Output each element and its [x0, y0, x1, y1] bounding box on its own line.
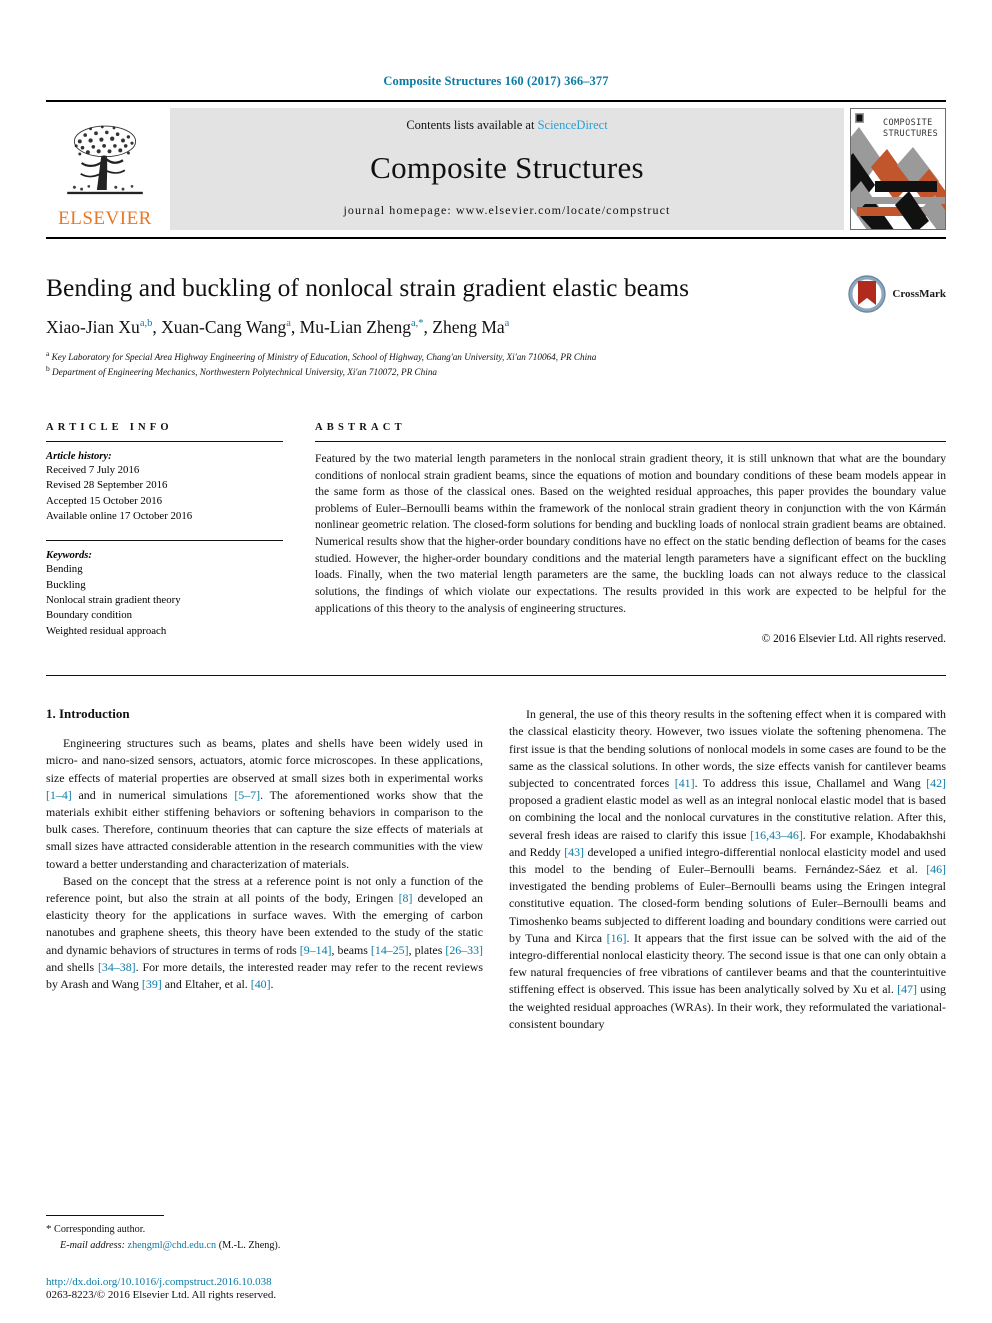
cover-title-line2: STRUCTURES — [883, 129, 938, 139]
email-link[interactable]: zhengml@chd.edu.cn — [128, 1240, 217, 1251]
journal-cover-thumbnail: COMPOSITE STRUCTURES — [850, 108, 946, 230]
citation-link[interactable]: [5–7] — [234, 788, 260, 802]
elsevier-wordmark: ELSEVIER — [58, 208, 152, 229]
page-title: Bending and buckling of nonlocal strain … — [46, 273, 689, 302]
cover-artwork: COMPOSITE STRUCTURES — [851, 109, 945, 229]
masthead-bottom-rule — [46, 237, 946, 239]
crossmark-badge[interactable]: CrossMark — [848, 275, 946, 313]
citation-link[interactable]: [46] — [926, 862, 946, 876]
author-affiliation-marker: a,* — [410, 318, 424, 330]
citation-link[interactable]: [14–25] — [371, 943, 409, 957]
corresponding-author-line: * Corresponding author. — [46, 1221, 483, 1238]
citation-link[interactable]: [39] — [142, 977, 162, 991]
doi-block: http://dx.doi.org/10.1016/j.compstruct.2… — [46, 1276, 483, 1301]
citation-link[interactable]: [34–38] — [98, 960, 136, 974]
affiliation-marker: a — [46, 349, 50, 359]
affiliation-list: a Key Laboratory for Special Area Highwa… — [46, 349, 946, 380]
citation-link[interactable]: [8] — [399, 891, 413, 905]
keywords-list: Bending Buckling Nonlocal strain gradient … — [46, 562, 283, 639]
citation-link[interactable]: [41] — [675, 776, 695, 790]
author-name: Xiao-Jian Xu — [46, 317, 140, 338]
article-history-item: Revised 28 September 2016 — [46, 479, 168, 492]
cover-title-line1: COMPOSITE — [883, 118, 933, 128]
article-history-item: Available online 17 October 2016 — [46, 509, 193, 522]
article-history-item: Accepted 15 October 2016 — [46, 494, 163, 507]
issn-copyright-line: 0263-8223/© 2016 Elsevier Ltd. All right… — [46, 1289, 277, 1301]
title-block: CrossMark Bending and buckling of nonloc… — [46, 273, 946, 380]
article-history-label: Article history: — [46, 450, 112, 462]
body-paragraph: Engineering structures such as beams, pl… — [46, 736, 483, 871]
journal-homepage-link[interactable]: journal homepage: www.elsevier.com/locat… — [343, 203, 670, 218]
journal-masthead: ELSEVIER Contents lists available at Sci… — [46, 108, 946, 230]
running-head: Composite Structures 160 (2017) 366–377 — [383, 74, 609, 88]
email-label: E-mail address: — [60, 1239, 125, 1251]
article-history-item: Received 7 July 2016 — [46, 463, 140, 476]
abstract-column: ABSTRACT Featured by the two material le… — [315, 422, 946, 645]
article-page: Composite Structures 160 (2017) 366–377 — [0, 0, 992, 1323]
keywords-rule — [46, 540, 283, 542]
affiliation-marker: b — [46, 364, 50, 374]
citation-link[interactable]: [43] — [564, 845, 584, 859]
body-paragraph: In general, the use of this theory resul… — [509, 707, 946, 1031]
abstract-bottom-rule — [46, 675, 946, 677]
author-affiliation-marker: a — [286, 318, 291, 330]
email-line: E-mail address: zhengml@chd.edu.cn (M.-L… — [46, 1238, 483, 1253]
masthead-top-rule — [46, 100, 946, 102]
abstract-rule — [315, 440, 946, 442]
citation-link[interactable]: [40] — [251, 977, 271, 991]
section-heading-introduction: 1. Introduction — [46, 706, 130, 722]
keyword-item: Buckling — [46, 578, 86, 591]
affiliation-item: b Department of Engineering Mechanics, N… — [46, 364, 438, 378]
crossmark-label: CrossMark — [892, 288, 946, 300]
citation-link[interactable]: [16,43–46] — [750, 828, 803, 842]
abstract-text: Featured by the two material length para… — [315, 451, 946, 615]
footnote-rule — [46, 1215, 164, 1217]
affiliation-item: a Key Laboratory for Special Area Highwa… — [46, 349, 597, 363]
journal-banner: Contents lists available at ScienceDirec… — [170, 108, 844, 230]
right-column-paragraphs: In general, the use of this theory resul… — [509, 706, 946, 1033]
citation-link[interactable]: [9–14] — [300, 943, 332, 957]
left-column-paragraphs: Engineering structures such as beams, pl… — [46, 735, 483, 993]
body-paragraph: Based on the concept that the stress at … — [46, 873, 484, 991]
author-name: Xuan-Cang Wang — [161, 317, 287, 338]
email-owner: (M.-L. Zheng). — [218, 1239, 281, 1251]
keyword-item: Bending — [46, 563, 83, 576]
body-right-column: In general, the use of this theory resul… — [509, 706, 946, 1033]
info-abstract-row: ARTICLE INFO Article history: Received 7… — [46, 422, 946, 645]
citation-link[interactable]: [1–4] — [46, 788, 72, 802]
contents-available-line: Contents lists available at ScienceDirec… — [406, 118, 607, 133]
author-list: Xiao-Jian Xua,b, Xuan-Cang Wanga, Mu-Lia… — [46, 317, 510, 338]
abstract-copyright: © 2016 Elsevier Ltd. All rights reserved… — [761, 633, 946, 646]
article-history-list: Received 7 July 2016 Revised 28 September… — [46, 463, 283, 524]
article-info-heading: ARTICLE INFO — [46, 421, 173, 433]
article-info-rule — [46, 440, 283, 442]
keyword-item: Boundary condition — [46, 609, 133, 622]
elsevier-tree-icon — [67, 125, 143, 195]
doi-link[interactable]: http://dx.doi.org/10.1016/j.compstruct.2… — [46, 1276, 483, 1288]
elsevier-logo: ELSEVIER — [46, 108, 164, 230]
keyword-item: Nonlocal strain gradient theory — [46, 593, 181, 606]
sciencedirect-link[interactable]: ScienceDirect — [538, 118, 608, 132]
citation-link[interactable]: [16] — [607, 931, 627, 945]
journal-title: Composite Structures — [370, 150, 644, 185]
keywords-label: Keywords: — [46, 550, 92, 562]
citation-link[interactable]: [42] — [926, 776, 946, 790]
citation-link[interactable]: [47] — [897, 982, 917, 996]
citation-link[interactable]: [26–33] — [445, 943, 483, 957]
article-info-column: ARTICLE INFO Article history: Received 7… — [46, 422, 283, 645]
author-affiliation-marker: a — [504, 318, 510, 330]
author-affiliation-marker: a,b — [139, 318, 153, 330]
page-footer: * Corresponding author. E-mail address: … — [46, 1215, 483, 1301]
crossmark-icon — [848, 275, 887, 313]
body-left-column: 1. Introduction Engineering structures s… — [46, 706, 483, 1033]
corresponding-marker: * — [46, 1223, 52, 1236]
keyword-item: Weighted residual approach — [46, 624, 167, 637]
abstract-heading: ABSTRACT — [315, 421, 406, 433]
body-columns: 1. Introduction Engineering structures s… — [46, 706, 946, 1033]
corresponding-text: Corresponding author. — [54, 1224, 146, 1236]
author-name: Zheng Ma — [432, 317, 505, 338]
author-name: Mu-Lian Zheng — [299, 317, 411, 338]
contents-prefix: Contents lists available at — [406, 118, 538, 132]
